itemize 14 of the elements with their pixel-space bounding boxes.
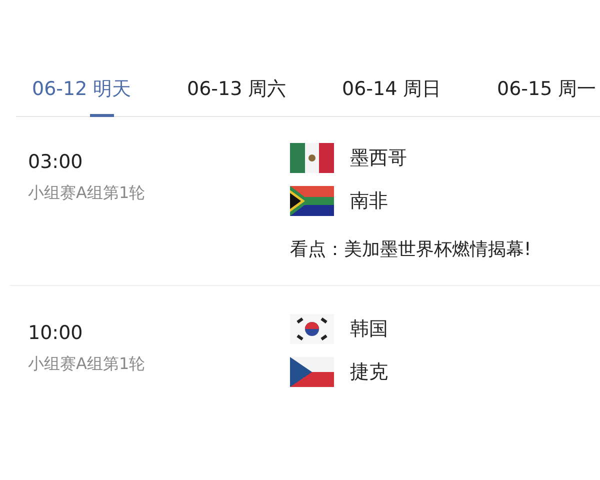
tab-indicator — [90, 114, 114, 117]
match-stage: 小组赛A组第1轮 — [28, 183, 146, 204]
date-tab[interactable]: 06-15 周一 — [481, 70, 597, 116]
team-name: 墨西哥 — [350, 146, 407, 171]
team-name: 南非 — [350, 189, 388, 214]
team-name: 韩国 — [350, 317, 388, 342]
team-name: 捷克 — [350, 360, 388, 385]
date-tab[interactable]: 06-14 周日 — [326, 70, 481, 116]
date-tab[interactable]: 06-13 周六 — [171, 70, 326, 116]
match-stage: 小组赛A组第1轮 — [28, 354, 146, 375]
match-time: 10:00 — [28, 322, 84, 344]
match-highlight: 看点：美加墨世界杯燃情揭幕! — [290, 238, 532, 261]
match-time: 03:00 — [28, 151, 84, 173]
date-tab[interactable]: 06-12 明天 — [16, 70, 171, 116]
